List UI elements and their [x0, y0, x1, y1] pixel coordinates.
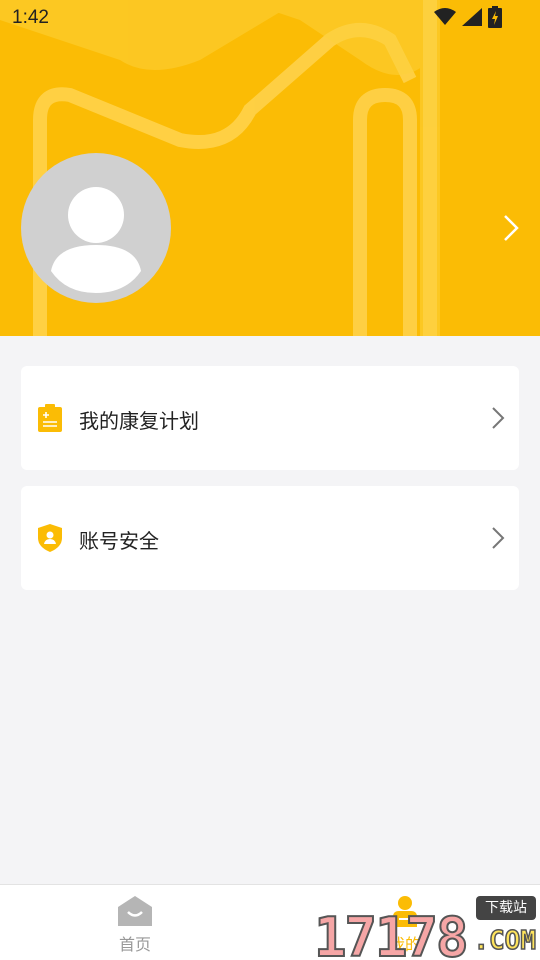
- tab-home[interactable]: 首页: [0, 885, 270, 960]
- shield-user-icon: [38, 524, 62, 552]
- menu-item-label: 账号安全: [79, 529, 159, 553]
- status-bar: 1:42: [0, 0, 540, 36]
- home-icon: [118, 896, 152, 926]
- watermark-badge: 下载站: [476, 896, 536, 920]
- watermark-number: 17178: [313, 905, 470, 960]
- chevron-right-icon: [492, 527, 505, 549]
- status-icons: [434, 6, 502, 28]
- menu-item-rehab-plan[interactable]: 我的康复计划: [21, 366, 519, 470]
- wifi-icon: [434, 8, 456, 25]
- default-avatar-icon: [51, 187, 141, 293]
- chevron-right-icon: [492, 407, 505, 429]
- menu-item-label: 我的康复计划: [79, 409, 199, 433]
- clipboard-icon: [38, 404, 62, 432]
- site-watermark: 17178 下载站 .COM: [313, 896, 540, 960]
- status-time: 1:42: [12, 7, 49, 28]
- tab-label: 首页: [118, 935, 151, 954]
- profile-header[interactable]: 1:42: [0, 0, 540, 336]
- signal-icon: [462, 8, 482, 26]
- avatar[interactable]: [21, 153, 171, 303]
- chevron-right-icon[interactable]: [502, 214, 520, 242]
- menu-item-account-security[interactable]: 账号安全: [21, 486, 519, 590]
- battery-charging-icon: [488, 6, 502, 28]
- watermark-suffix: .COM: [473, 925, 537, 957]
